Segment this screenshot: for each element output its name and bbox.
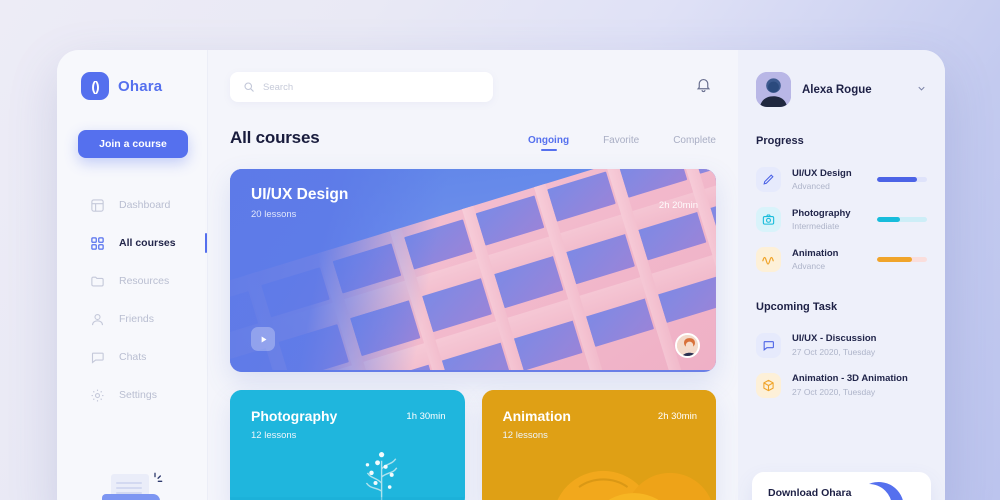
progress-item-uiux[interactable]: UI/UX Design Advanced [756,159,927,199]
crescent-icon [869,482,903,500]
progress-item-animation[interactable]: Animation Advance [756,239,927,279]
hero-course-title: UI/UX Design [251,186,349,203]
grid-icon [90,236,105,251]
task-name: UI/UX - Discussion [792,333,877,344]
instructor-avatar [675,333,700,358]
sidebar-item-label: Settings [119,389,157,401]
sidebar-item-resources[interactable]: Resources [57,262,207,300]
section-header: All courses Ongoing Favorite Complete [230,128,716,151]
sidebar-item-dashboard[interactable]: Dashboard [57,186,207,224]
join-a-course-button[interactable]: Join a course [78,130,188,158]
tab-favorite[interactable]: Favorite [603,135,639,151]
animation-cover-image [481,390,716,500]
progress-bar-track [877,176,927,182]
sidebar-item-label: Friends [119,313,155,325]
sidebar-item-label: Chats [119,351,147,363]
brand[interactable]: () Ohara [57,72,207,100]
hero-text: UI/UX Design 20 lessons [251,186,348,220]
progress-course-name: Photography [792,207,851,219]
course-card-row: Photography 12 lessons 1h 30min Animatio… [230,390,716,500]
sidebar-item-label: All courses [119,237,176,249]
progress-course-name: UI/UX Design [792,167,852,179]
camera-icon [756,206,781,232]
main-content: All courses Ongoing Favorite Complete [208,50,738,500]
topbar [230,72,716,102]
course-card-animation[interactable]: Animation 12 lessons 2h 30min [481,390,716,500]
progress-level: Advanced [792,180,830,191]
search-box[interactable] [230,72,493,102]
task-name: Animation - 3D Animation [792,373,908,384]
progress-bar-fill [877,216,900,222]
sidebar-item-all-courses[interactable]: All courses [57,224,207,262]
app-window: () Ohara Join a course Dashboard All cou… [57,50,945,500]
user-icon [90,312,105,327]
sidebar-nav: Dashboard All courses Resources Friends … [57,186,207,414]
course-duration: 2h 30min [657,411,697,422]
dashboard-icon [90,198,105,213]
avatar [756,72,791,107]
folder-documents-illustration [57,472,207,500]
course-card-photography[interactable]: Photography 12 lessons 1h 30min [230,390,465,500]
user-profile[interactable]: Alexa Rogue [756,72,927,107]
photography-cover-image [230,390,465,500]
ohara-logo-icon: () [81,72,109,100]
chat-icon [756,332,781,358]
progress-bar-fill [877,176,917,182]
sidebar-item-label: Dashboard [119,199,171,211]
progress-level: Advance [792,260,826,271]
featured-course-card[interactable]: UI/UX Design 20 lessons 2h 20min [230,169,716,372]
progress-bar-fill [877,256,912,262]
tab-complete[interactable]: Complete [673,135,716,151]
search-icon [244,82,254,92]
course-lessons-count: 12 lessons [502,430,548,441]
right-panel: Alexa Rogue Progress UI/UX Design Advanc… [738,50,945,500]
download-promo-card[interactable]: Download Ohara Now! [752,472,931,500]
folder-icon [90,274,105,289]
course-tabs: Ongoing Favorite Complete [528,135,716,151]
sidebar-item-settings[interactable]: Settings [57,376,207,414]
chat-icon [90,350,105,365]
course-duration: 1h 30min [406,411,446,422]
course-title: Animation [502,408,571,424]
chevron-down-icon[interactable] [916,81,927,99]
tab-ongoing[interactable]: Ongoing [528,135,569,151]
progress-item-photography[interactable]: Photography Intermediate [756,199,927,239]
course-lessons-count: 12 lessons [251,430,297,441]
sidebar-item-friends[interactable]: Friends [57,300,207,338]
progress-level: Intermediate [792,220,840,231]
task-section-title: Upcoming Task [756,301,838,313]
user-name: Alexa Rogue [802,83,872,96]
brand-logo-glyph: () [91,78,99,94]
wave-icon [756,246,781,272]
task-list: UI/UX - Discussion 27 Oct 2020, Tuesday … [756,325,927,405]
task-date: 27 Oct 2020, Tuesday [792,347,876,357]
task-date: 27 Oct 2020, Tuesday [792,387,876,397]
progress-bar-track [877,256,927,262]
progress-bar-track [877,216,927,222]
progress-course-name: Animation [792,247,839,259]
sidebar-item-chats[interactable]: Chats [57,338,207,376]
task-item-3d-animation[interactable]: Animation - 3D Animation 27 Oct 2020, Tu… [756,365,927,405]
task-item-uiux-discussion[interactable]: UI/UX - Discussion 27 Oct 2020, Tuesday [756,325,927,365]
play-icon[interactable] [251,327,275,351]
progress-list: UI/UX Design Advanced Photography Interm… [756,159,927,279]
hero-lessons-count: 20 lessons [251,209,297,220]
bell-icon[interactable] [695,76,716,98]
box-icon [756,372,781,398]
course-title: Photography [251,408,338,424]
page-title: All courses [230,128,320,147]
sidebar-item-label: Resources [119,275,170,287]
gear-icon [90,388,105,403]
progress-section-title: Progress [756,135,804,147]
sidebar: () Ohara Join a course Dashboard All cou… [57,50,208,500]
hero-duration: 2h 20min [658,200,698,211]
promo-text: Download Ohara Now! [768,487,852,499]
brand-name: Ohara [118,77,163,95]
pencil-icon [756,166,781,192]
search-input[interactable] [263,81,480,93]
